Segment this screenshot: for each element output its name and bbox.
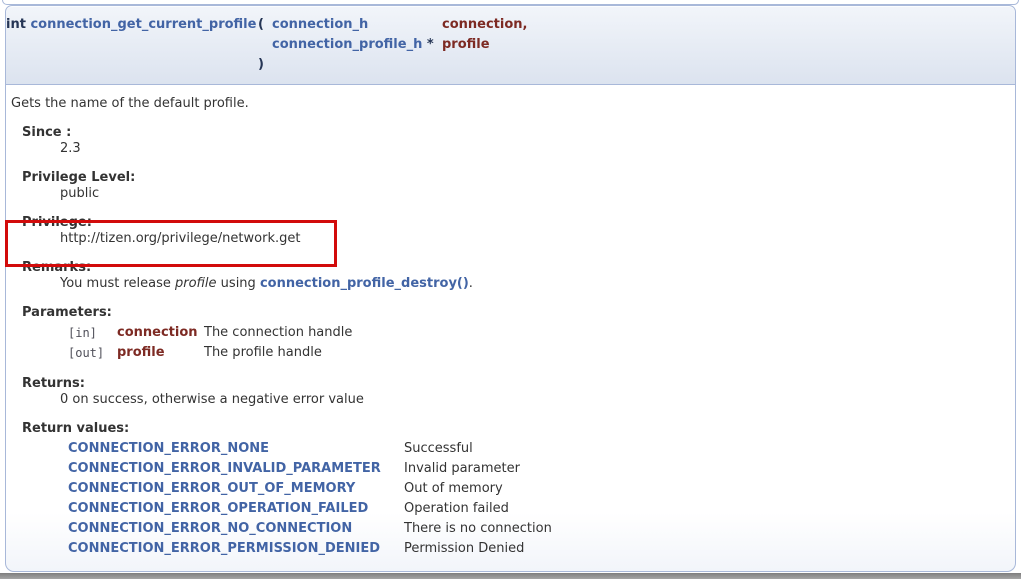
function-name-cell: int connection_get_current_profile	[6, 15, 258, 35]
remarks-text-part: using	[217, 276, 260, 291]
return-type: int	[6, 17, 26, 32]
error-code-link[interactable]: CONNECTION_ERROR_OPERATION_FAILED	[68, 501, 368, 516]
return-value-row: CONNECTION_ERROR_OUT_OF_MEMORY Out of me…	[68, 479, 552, 499]
param-type-cell: connection_profile_h *	[272, 35, 442, 55]
privilege-level-label: Privilege Level:	[22, 170, 1005, 186]
return-value-row: CONNECTION_ERROR_NO_CONNECTION There is …	[68, 519, 552, 539]
param-name: connection	[117, 323, 204, 343]
remarks-param-ref: profile	[175, 276, 217, 291]
cutoff-gray-bar	[0, 573, 1021, 579]
signature-row-1: int connection_get_current_profile ( con…	[6, 15, 527, 35]
function-name: connection_get_current_profile	[30, 17, 256, 32]
signature-row-3: )	[6, 55, 527, 75]
error-description: Successful	[404, 439, 552, 459]
return-values-table-wrap: CONNECTION_ERROR_NONE Successful CONNECT…	[60, 439, 1005, 559]
param-name-profile: profile	[442, 37, 490, 52]
return-values-label: Return values:	[22, 421, 1005, 437]
error-code-link[interactable]: CONNECTION_ERROR_OUT_OF_MEMORY	[68, 481, 355, 496]
error-code-link[interactable]: CONNECTION_ERROR_PERMISSION_DENIED	[68, 541, 380, 556]
signature-table: int connection_get_current_profile ( con…	[6, 15, 527, 75]
signature-row-2: connection_profile_h * profile	[6, 35, 527, 55]
error-description: Permission Denied	[404, 539, 552, 559]
param-description: The connection handle	[204, 323, 352, 343]
since-label: Since :	[22, 125, 1005, 141]
return-value-row: CONNECTION_ERROR_INVALID_PARAMETER Inval…	[68, 459, 552, 479]
privilege-level-value: public	[60, 186, 1005, 202]
open-paren: (	[258, 15, 272, 35]
privilege-section: Privilege: http://tizen.org/privilege/ne…	[11, 215, 1005, 247]
error-description: There is no connection	[404, 519, 552, 539]
param-direction: [out]	[68, 343, 117, 363]
since-value: 2.3	[60, 141, 1005, 157]
return-values-table: CONNECTION_ERROR_NONE Successful CONNECT…	[68, 439, 552, 559]
parameter-row: [in] connection The connection handle	[68, 323, 352, 343]
returns-value: 0 on success, otherwise a negative error…	[60, 392, 1005, 408]
return-value-row: CONNECTION_ERROR_PERMISSION_DENIED Permi…	[68, 539, 552, 559]
param-type-cell: connection_h	[272, 15, 442, 35]
doc-sections: Since : 2.3 Privilege Level: public Priv…	[11, 125, 1005, 559]
privilege-value: http://tizen.org/privilege/network.get	[60, 231, 1005, 247]
param-name-cell: connection,	[442, 15, 527, 35]
param-type-link-connection-profile-h[interactable]: connection_profile_h	[272, 37, 422, 52]
error-description: Invalid parameter	[404, 459, 552, 479]
returns-label: Returns:	[22, 376, 1005, 392]
parameters-table: [in] connection The connection handle [o…	[68, 323, 352, 363]
return-value-row: CONNECTION_ERROR_OPERATION_FAILED Operat…	[68, 499, 552, 519]
return-value-row: CONNECTION_ERROR_NONE Successful	[68, 439, 552, 459]
param-name-connection: connection,	[442, 17, 527, 32]
privilege-label: Privilege:	[22, 215, 1005, 231]
parameters-label: Parameters:	[22, 305, 1005, 321]
param-type-suffix: *	[422, 37, 433, 52]
error-code-link[interactable]: CONNECTION_ERROR_INVALID_PARAMETER	[68, 461, 381, 476]
param-name: profile	[117, 343, 204, 363]
parameter-row: [out] profile The profile handle	[68, 343, 352, 363]
close-paren: )	[258, 55, 272, 75]
param-name-cell: profile	[442, 35, 527, 55]
remarks-text: You must release profile using connectio…	[60, 276, 1005, 292]
remarks-label: Remarks:	[22, 260, 1005, 276]
function-doc-body: Gets the name of the default profile. Si…	[5, 85, 1016, 572]
param-type-link-connection-h[interactable]: connection_h	[272, 17, 368, 32]
function-prototype-header: int connection_get_current_profile ( con…	[5, 5, 1016, 85]
param-direction: [in]	[68, 323, 117, 343]
connection-profile-destroy-link[interactable]: connection_profile_destroy()	[260, 276, 469, 291]
remarks-text-part: You must release	[60, 276, 175, 291]
error-code-link[interactable]: CONNECTION_ERROR_NONE	[68, 441, 269, 456]
error-description: Out of memory	[404, 479, 552, 499]
error-description: Operation failed	[404, 499, 552, 519]
parameters-table-wrap: [in] connection The connection handle [o…	[60, 323, 1005, 363]
brief-description: Gets the name of the default profile.	[11, 96, 1005, 112]
function-doc-block: int connection_get_current_profile ( con…	[5, 5, 1016, 572]
error-code-link[interactable]: CONNECTION_ERROR_NO_CONNECTION	[68, 521, 352, 536]
remarks-text-part: .	[469, 276, 473, 291]
param-description: The profile handle	[204, 343, 352, 363]
